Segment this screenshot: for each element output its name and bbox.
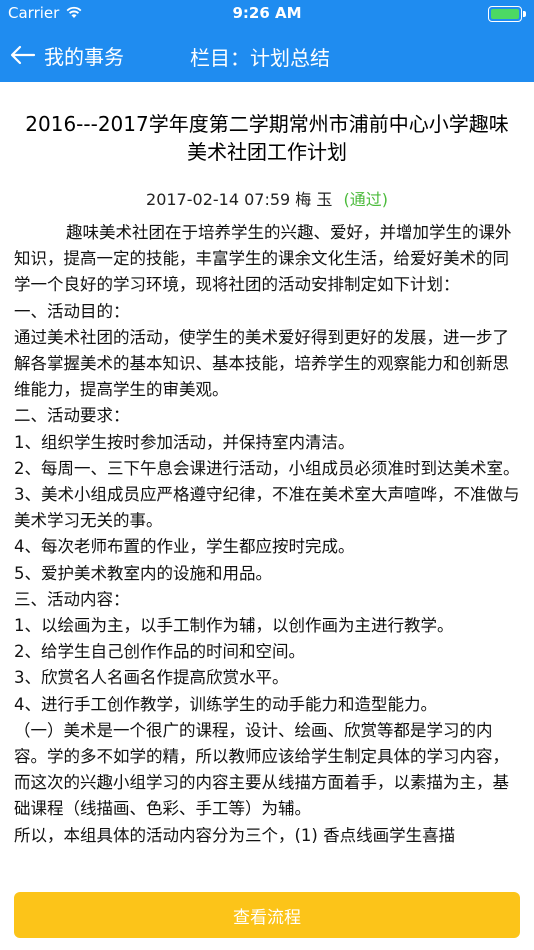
article-date: 2017-02-14 07:59 (146, 190, 291, 209)
back-button[interactable]: 我的事务 (10, 40, 124, 70)
paragraph: 二、活动要求： (14, 406, 130, 426)
paragraph: 1、组织学生按时参加活动，并保持室内清洁。 (14, 432, 355, 452)
page-title: 栏目：计划总结 (190, 46, 330, 70)
paragraph: 三、活动内容： (14, 589, 130, 609)
battery-icon (488, 6, 522, 22)
article-title: 2016---2017学年度第二学期常州市浦前中心小学趣味美术社团工作计划 (25, 112, 509, 164)
status-bar: Carrier 9:26 AM (0, 0, 534, 28)
back-arrow-icon (10, 45, 36, 65)
article-meta: 2017-02-14 07:59 梅 玉 (通过) (14, 188, 520, 212)
clock: 9:26 AM (232, 4, 302, 22)
paragraph: 3、美术小组成员应严格遵守纪律，不准在美术室大声喧哗，不准做与美术学习无关的事。 (14, 485, 520, 531)
article-content[interactable]: 2016---2017学年度第二学期常州市浦前中心小学趣味美术社团工作计划 20… (0, 82, 534, 878)
back-label: 我的事务 (44, 44, 124, 69)
battery-tip (523, 11, 526, 17)
paragraph: 2、给学生自己创作作品的时间和空间。 (14, 642, 305, 662)
nav-bar: 我的事务 栏目：计划总结 (0, 28, 534, 82)
paragraph: 趣味美术社团在于培养学生的兴趣、爱好，并增加学生的课外知识，提高一定的技能，丰富… (14, 223, 512, 295)
paragraph: 一、活动目的： (14, 301, 130, 321)
paragraph: 3、欣赏名人名画名作提高欣赏水平。 (14, 668, 289, 688)
paragraph: 1、以绘画为主，以手工制作为辅，以创作画为主进行教学。 (14, 616, 454, 636)
status-badge: (通过) (343, 190, 388, 209)
paragraph: 2、每周一、三下午息会课进行活动，小组成员必须准时到达美术室。 (14, 458, 520, 478)
paragraph: 通过美术社团的活动，使学生的美术爱好得到更好的发展，进一步了解各掌握美术的基本知… (14, 327, 509, 400)
paragraph: 5、爱护美术教室内的设施和用品。 (14, 563, 272, 583)
footer-bar: 查看流程 (0, 878, 534, 950)
paragraph: （一）美术是一个很广的课程，设计、绘画、欣赏等都是学习的内容。学的多不如学的精，… (14, 720, 509, 819)
paragraph: 所以，本组具体的活动内容分为三个，(1) 香点线画学生喜描 (14, 825, 456, 845)
view-process-button[interactable]: 查看流程 (14, 892, 520, 938)
paragraph: 4、每次老师布置的作业，学生都应按时完成。 (14, 537, 355, 557)
article-body: 趣味美术社团在于培养学生的兴趣、爱好，并增加学生的课外知识，提高一定的技能，丰富… (14, 220, 520, 849)
paragraph: 4、进行手工创作教学，训练学生的动手能力和造型能力。 (14, 694, 437, 714)
article-author: 梅 玉 (295, 190, 333, 209)
